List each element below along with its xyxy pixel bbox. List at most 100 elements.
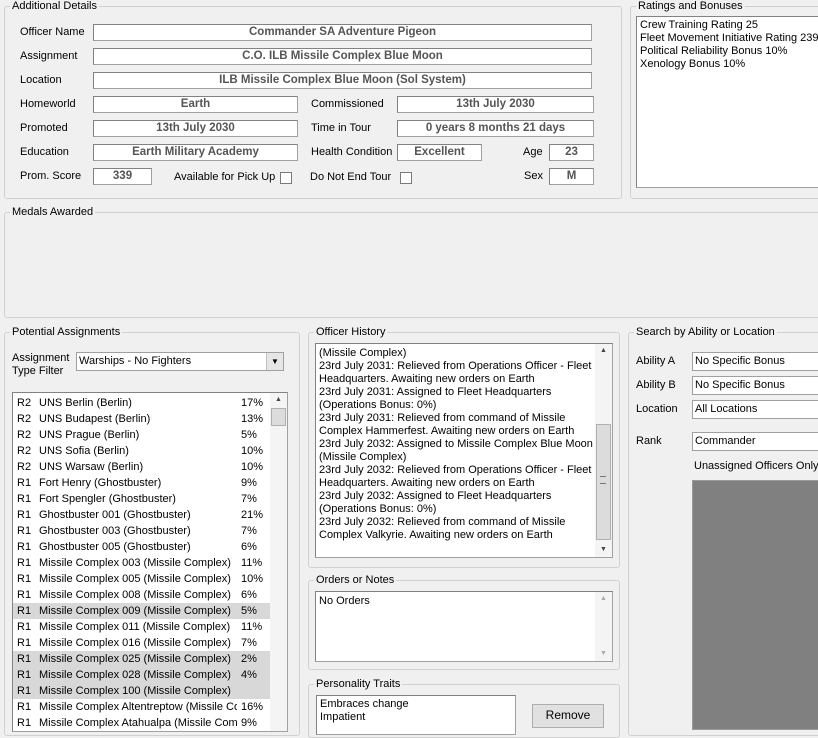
- assignment-rank: R1: [17, 669, 32, 681]
- sex-label: Sex: [524, 170, 543, 182]
- potential-assignments-scrollbar[interactable]: ▲: [270, 393, 287, 731]
- time-in-tour-label: Time in Tour: [311, 122, 371, 134]
- assignment-rank: R1: [17, 541, 32, 553]
- unassigned-officers-only-label[interactable]: Unassigned Officers Only: [694, 460, 818, 473]
- assignment-row[interactable]: R1 Ghostbuster 005 (Ghostbuster) 6%: [13, 539, 271, 555]
- rank-label: Rank: [636, 435, 662, 447]
- assignment-row[interactable]: R1 Ghostbuster 003 (Ghostbuster) 7%: [13, 523, 271, 539]
- assignment-row[interactable]: R1 Missile Complex 008 (Missile Complex) 6…: [13, 587, 271, 603]
- available-for-pickup-checkbox[interactable]: [280, 172, 292, 184]
- assignment-percent: 4%: [241, 669, 257, 681]
- location-field[interactable]: ILB Missile Complex Blue Moon (Sol Syste…: [93, 72, 592, 89]
- scroll-down-icon[interactable]: ▼: [595, 647, 612, 661]
- ability-a-value: No Specific Bonus: [695, 355, 785, 367]
- assignment-rank: R1: [17, 653, 32, 665]
- potential-assignments-list[interactable]: R2 UNS Berlin (Berlin) 17% R2 UNS Budapest (…: [12, 392, 288, 732]
- location-label: Location: [20, 74, 62, 86]
- assignment-name: Ghostbuster 001 (Ghostbuster): [39, 509, 191, 521]
- assignment-row[interactable]: R1 Missile Complex 009 (Missile Complex) 5…: [13, 603, 271, 619]
- assignment-row[interactable]: R1 Missile Complex Altentreptow (Missile …: [13, 699, 271, 715]
- assignment-percent: 11%: [241, 557, 263, 569]
- commissioned-field[interactable]: 13th July 2030: [397, 96, 594, 113]
- assignment-row[interactable]: R1 Fort Spengler (Ghostbuster) 7%: [13, 491, 271, 507]
- assignment-row[interactable]: R1 Missile Complex 025 (Missile Complex) 2…: [13, 651, 271, 667]
- assignment-row[interactable]: R2 UNS Sofia (Berlin) 10%: [13, 443, 271, 459]
- search-results-area[interactable]: [692, 480, 818, 730]
- assignment-row[interactable]: R2 UNS Budapest (Berlin) 13%: [13, 411, 271, 427]
- rank-value: Commander: [695, 435, 756, 447]
- search-location-label: Location: [636, 403, 678, 415]
- assignment-row[interactable]: R1 Missile Complex 016 (Missile Complex) 7…: [13, 635, 271, 651]
- search-ability-location-legend: Search by Ability or Location: [636, 326, 775, 338]
- assignment-row[interactable]: R1 Missile Complex 028 (Missile Complex) 4…: [13, 667, 271, 683]
- officer-history-list[interactable]: (Missile Complex) 23rd July 2031: Reliev…: [315, 343, 613, 558]
- prom-score-field[interactable]: 339: [93, 168, 152, 185]
- orders-text: No Orders: [319, 595, 370, 607]
- rank-dropdown[interactable]: Commander: [692, 432, 818, 451]
- assignment-type-filter-label-1: Assignment: [12, 352, 70, 364]
- assignment-rank: R1: [17, 685, 32, 697]
- assignment-rank: R1: [17, 637, 32, 649]
- assignment-rank: R1: [17, 477, 32, 489]
- ratings-list[interactable]: Crew Training Rating 25 Fleet Movement I…: [636, 16, 818, 188]
- sex-field[interactable]: M: [549, 168, 594, 185]
- assignment-name: Missile Complex 028 (Missile Complex): [39, 669, 231, 681]
- scroll-down-icon[interactable]: ▼: [595, 543, 612, 557]
- assignment-row[interactable]: R1 Missile Complex 100 (Missile Complex): [13, 683, 271, 699]
- assignment-percent: 9%: [241, 477, 257, 489]
- personality-traits-list[interactable]: Embraces change Impatient: [316, 695, 516, 735]
- chevron-down-icon[interactable]: ▼: [266, 353, 283, 370]
- time-in-tour-field[interactable]: 0 years 8 months 21 days: [397, 120, 594, 137]
- additional-details-legend: Additional Details: [12, 0, 97, 12]
- officer-name-field[interactable]: Commander SA Adventure Pigeon: [93, 24, 592, 41]
- grip-icon: [600, 476, 606, 484]
- assignment-rank: R2: [17, 413, 32, 425]
- education-label: Education: [20, 146, 69, 158]
- ability-b-dropdown[interactable]: No Specific Bonus: [692, 376, 818, 395]
- assignment-row[interactable]: R2 UNS Warsaw (Berlin) 10%: [13, 459, 271, 475]
- assignment-row[interactable]: R1 Missile Complex 005 (Missile Complex) 1…: [13, 571, 271, 587]
- assignment-row[interactable]: R1 Fort Henry (Ghostbuster) 9%: [13, 475, 271, 491]
- assignment-field[interactable]: C.O. ILB Missile Complex Blue Moon: [93, 48, 592, 65]
- ability-a-dropdown[interactable]: No Specific Bonus: [692, 352, 818, 371]
- history-line: 23rd July 2031: Assigned to Fleet Headqu…: [319, 386, 552, 398]
- remove-trait-button[interactable]: Remove: [532, 704, 604, 728]
- scroll-up-icon[interactable]: ▲: [595, 592, 612, 606]
- homeworld-field[interactable]: Earth: [93, 96, 298, 113]
- assignment-row[interactable]: R1 Missile Complex 003 (Missile Complex) 1…: [13, 555, 271, 571]
- history-line: 23rd July 2031: Relieved from Operations…: [319, 360, 592, 372]
- assignment-type-filter-dropdown[interactable]: Warships - No Fighters ▼: [76, 352, 284, 371]
- age-field[interactable]: 23: [549, 144, 594, 161]
- assignment-row[interactable]: R1 Missile Complex Atahualpa (Missile Com…: [13, 715, 271, 731]
- promoted-field[interactable]: 13th July 2030: [93, 120, 298, 137]
- officer-history-scrollbar[interactable]: ▲ ▼: [595, 344, 612, 557]
- scrollbar-thumb[interactable]: [271, 408, 286, 426]
- assignment-name: Missile Complex 025 (Missile Complex): [39, 653, 231, 665]
- assignment-row[interactable]: R2 UNS Prague (Berlin) 5%: [13, 427, 271, 443]
- rating-line: Xenology Bonus 10%: [640, 58, 746, 70]
- scroll-up-icon[interactable]: ▲: [595, 344, 612, 358]
- assignment-rank: R1: [17, 573, 32, 585]
- rating-line: Political Reliability Bonus 10%: [640, 45, 788, 57]
- search-location-dropdown[interactable]: All Locations: [692, 400, 818, 419]
- medals-awarded-group: Medals Awarded: [4, 206, 818, 318]
- ability-a-label: Ability A: [636, 355, 676, 367]
- assignment-row[interactable]: R1 Missile Complex 011 (Missile Complex) 1…: [13, 619, 271, 635]
- assignment-name: Missile Complex 011 (Missile Complex): [39, 621, 231, 633]
- assignment-percent: 7%: [241, 493, 257, 505]
- available-for-pickup-label: Available for Pick Up: [174, 171, 276, 183]
- assignment-row[interactable]: R2 UNS Berlin (Berlin) 17%: [13, 395, 271, 411]
- orders-notes-scrollbar[interactable]: ▲ ▼: [595, 592, 612, 661]
- orders-notes-textarea[interactable]: No Orders ▲ ▼: [315, 591, 613, 662]
- assignment-rank: R1: [17, 717, 32, 729]
- scroll-up-icon[interactable]: ▲: [270, 393, 287, 407]
- trait-item[interactable]: Impatient: [320, 711, 512, 724]
- medals-awarded-legend: Medals Awarded: [12, 206, 94, 218]
- do-not-end-tour-label: Do Not End Tour: [310, 171, 392, 183]
- education-field[interactable]: Earth Military Academy: [93, 144, 298, 161]
- health-condition-field[interactable]: Excellent: [397, 144, 482, 161]
- trait-item[interactable]: Embraces change: [320, 698, 512, 711]
- assignment-name: Fort Spengler (Ghostbuster): [39, 493, 176, 505]
- do-not-end-tour-checkbox[interactable]: [400, 172, 412, 184]
- assignment-row[interactable]: R1 Ghostbuster 001 (Ghostbuster) 21%: [13, 507, 271, 523]
